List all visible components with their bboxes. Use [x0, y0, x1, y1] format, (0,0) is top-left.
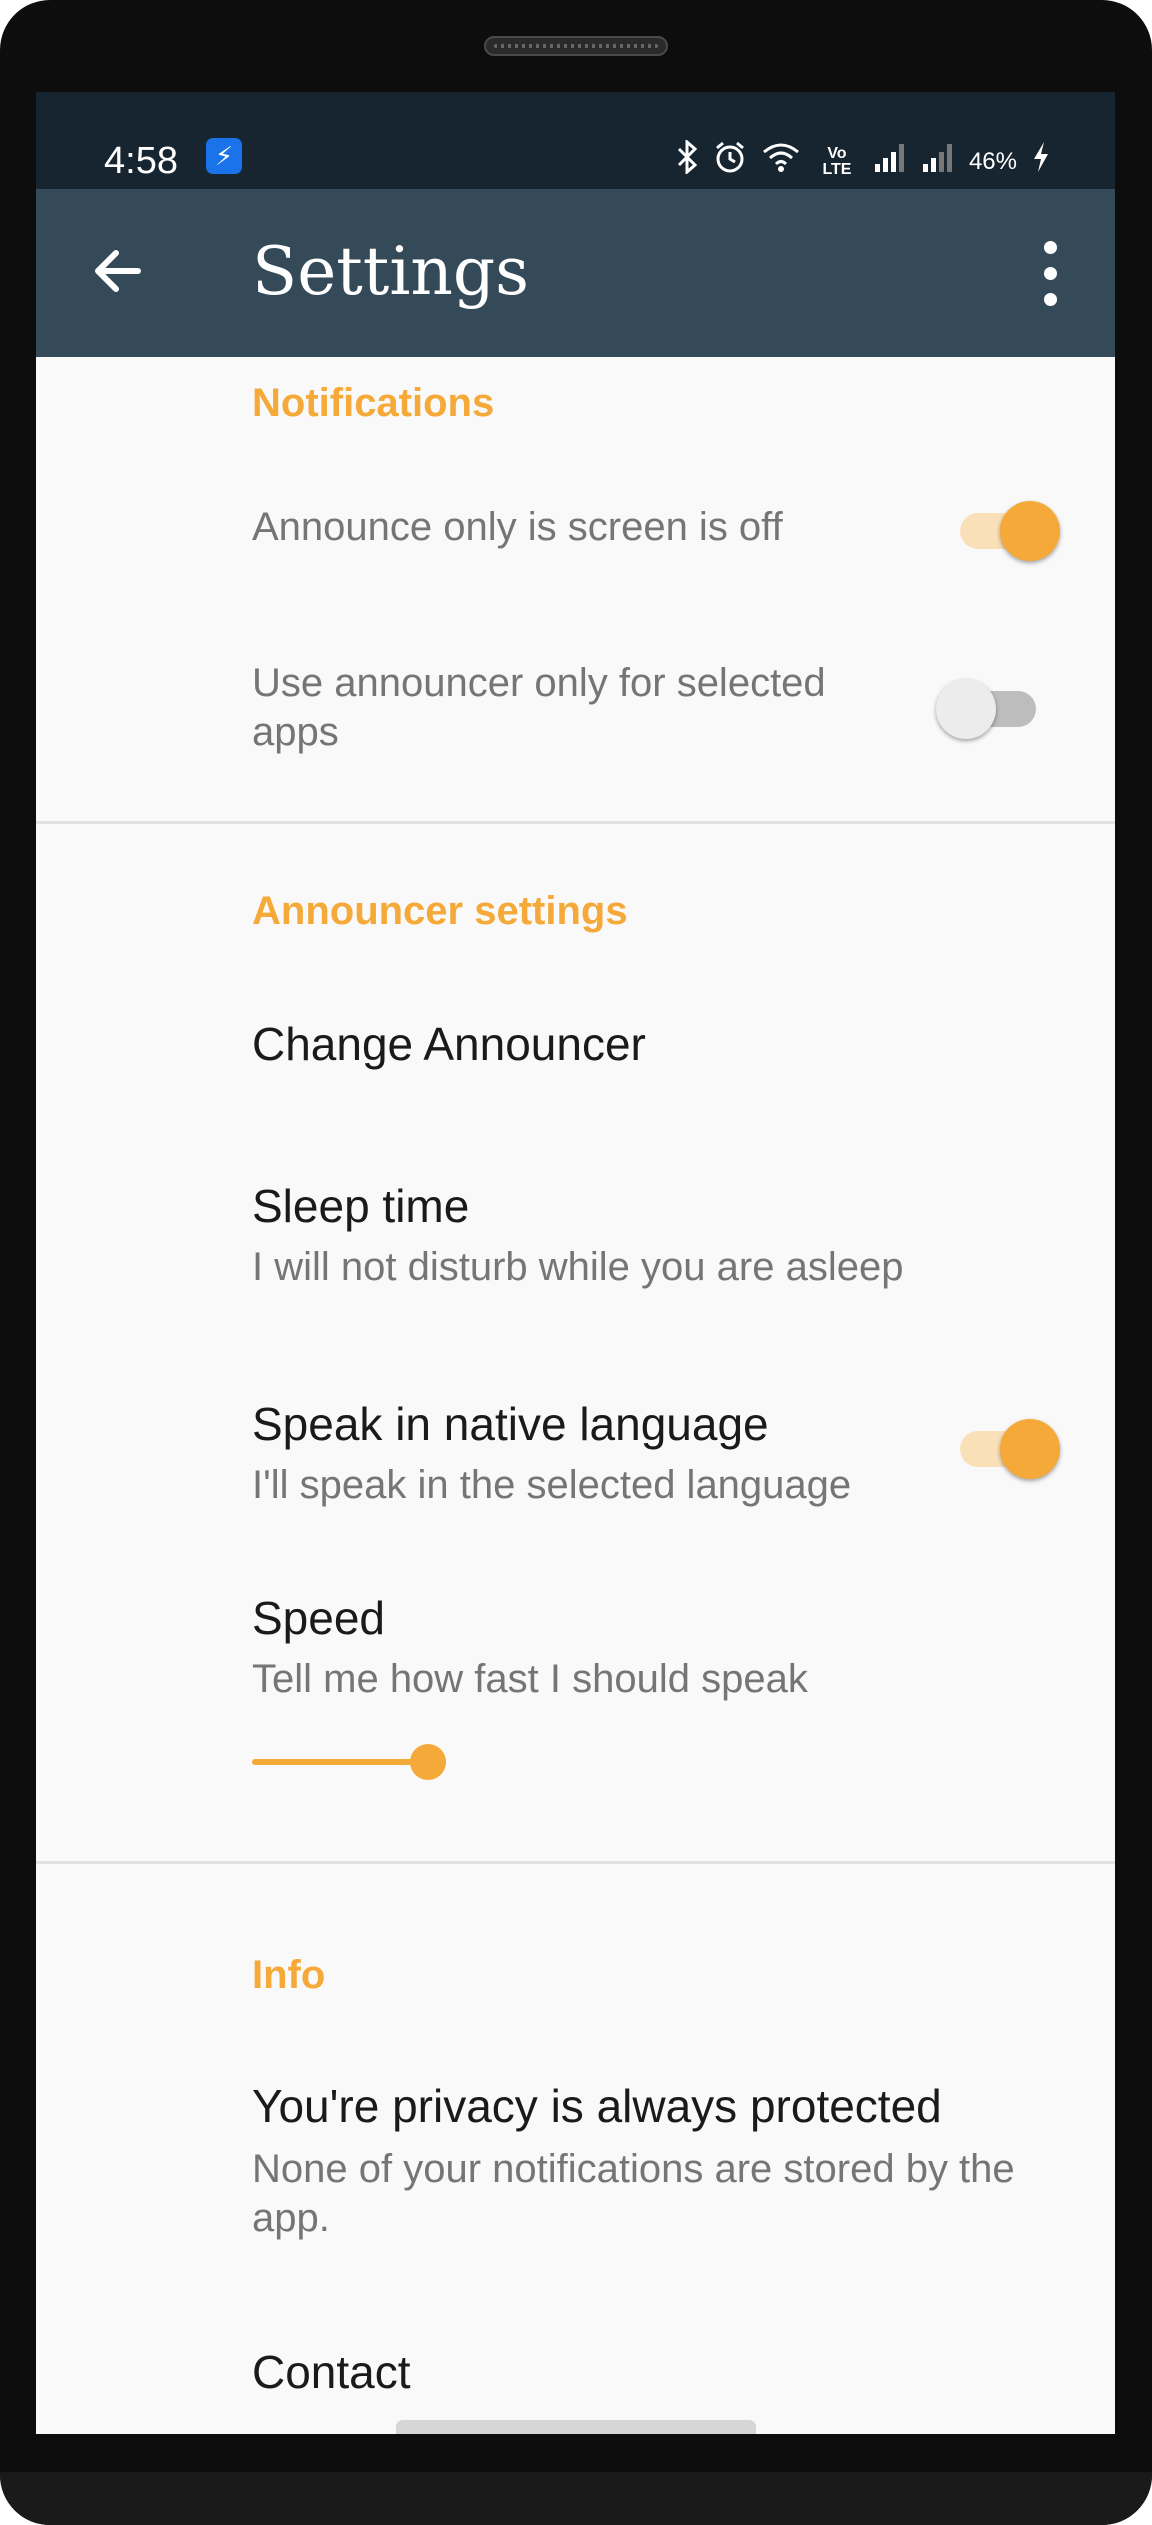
- setting-title: Sleep time: [252, 1180, 470, 1232]
- speed-slider-knob[interactable]: [410, 1744, 446, 1780]
- alarm-icon: [713, 140, 747, 183]
- wifi-icon: [761, 140, 801, 183]
- status-bar: 4:58 ⚡ Vo LTE 46%: [36, 92, 1115, 189]
- toast-edge: [396, 2420, 756, 2434]
- signal-icon: [873, 140, 907, 183]
- setting-subtitle: I'll speak in the selected language: [252, 1463, 852, 1507]
- section-header-notifications: Notifications: [252, 381, 495, 425]
- setting-subtitle: Tell me how fast I should speak: [252, 1657, 808, 1701]
- setting-title: Change Announcer: [252, 1018, 646, 1070]
- speed-slider[interactable]: [252, 1743, 572, 1783]
- selected-apps-toggle[interactable]: [936, 675, 1036, 739]
- app-bar: Settings: [36, 189, 1115, 357]
- arrow-back-icon[interactable]: [86, 239, 150, 303]
- setting-title: Speed: [252, 1592, 386, 1644]
- status-icons: Vo LTE 46%: [677, 138, 1051, 183]
- setting-subtitle: I will not disturb while you are asleep: [252, 1245, 904, 1289]
- setting-title: Contact: [252, 2346, 411, 2398]
- usb-icon: ⚡: [206, 138, 242, 174]
- phone-frame: 4:58 ⚡ Vo LTE 46% Settings Notifications…: [0, 0, 1152, 2525]
- charging-icon: [1031, 140, 1051, 183]
- native-language-toggle[interactable]: [960, 1415, 1060, 1479]
- battery-percent: 46%: [968, 147, 1017, 175]
- announce-screen-off-toggle[interactable]: [960, 497, 1060, 561]
- more-vert-icon[interactable]: [1031, 239, 1071, 309]
- volte-icon: Vo LTE: [822, 144, 852, 178]
- status-time: 4:58: [104, 140, 178, 182]
- page-title: Settings: [252, 233, 530, 310]
- divider: [36, 821, 1115, 824]
- earpiece-speaker: [484, 36, 668, 56]
- setting-title: Speak in native language: [252, 1398, 769, 1450]
- setting-subtitle: None of your notifications are stored by…: [252, 2147, 1015, 2240]
- signal-icon: [921, 140, 955, 183]
- divider: [36, 1861, 1115, 1864]
- setting-label: Use announcer only for selected apps: [252, 661, 826, 754]
- section-header-announcer: Announcer settings: [252, 889, 628, 933]
- bluetooth-icon: [677, 138, 699, 183]
- speed-slider-fill: [252, 1759, 428, 1765]
- section-header-info: Info: [252, 1953, 326, 1997]
- screen: 4:58 ⚡ Vo LTE 46% Settings Notifications…: [36, 92, 1115, 2434]
- setting-title: You're privacy is always protected: [252, 2080, 942, 2132]
- phone-chin: [0, 2472, 1152, 2525]
- setting-label: Announce only is screen is off: [252, 505, 783, 549]
